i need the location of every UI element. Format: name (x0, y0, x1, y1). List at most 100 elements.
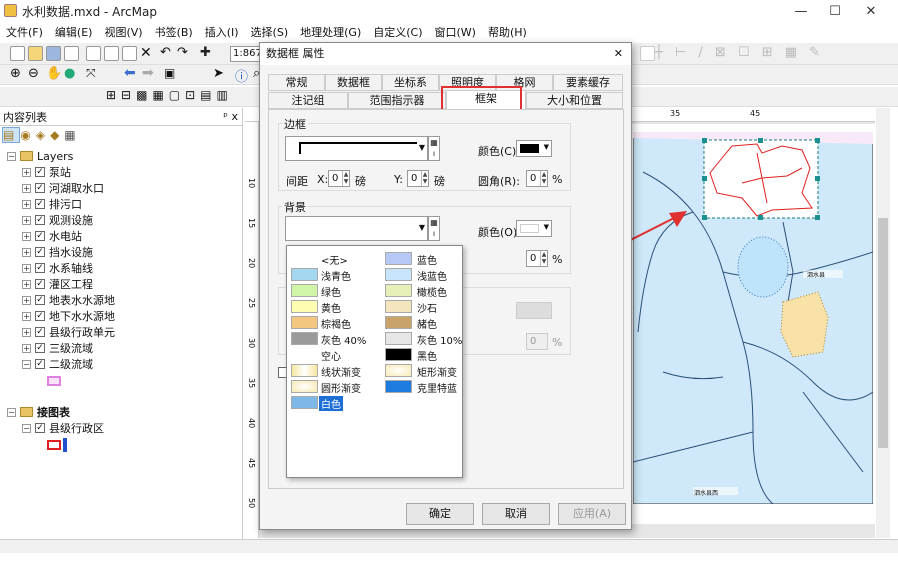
color-swatch[interactable] (385, 268, 412, 281)
layer-item[interactable]: + ✓ 水电站 (22, 228, 82, 244)
color-item-label[interactable]: 橄榄色 (417, 284, 447, 299)
expand-icon[interactable]: + (22, 167, 31, 177)
layer-checkbox[interactable]: ✓ (35, 279, 45, 289)
color-item-label[interactable]: 线状渐变 (321, 364, 361, 379)
menu-selection[interactable]: 选择(S) (245, 24, 295, 40)
color-item-label[interactable]: 浅蓝色 (417, 268, 447, 283)
collapse-icon[interactable]: − (7, 407, 16, 417)
cut-icon[interactable] (86, 46, 101, 61)
color-swatch[interactable] (385, 284, 412, 297)
dialog-close-button[interactable]: ✕ (614, 43, 623, 65)
close-button[interactable]: ✕ (854, 0, 888, 22)
toc-pin-close[interactable]: ᵖ x (223, 110, 238, 123)
color-swatch[interactable] (385, 380, 412, 393)
expand-icon[interactable]: + (22, 295, 31, 305)
list-by-selection-icon[interactable]: ◆ (50, 128, 64, 142)
color-swatch[interactable] (385, 348, 412, 361)
save-icon[interactable] (46, 46, 61, 61)
layer-item[interactable]: + ✓ 河湖取水口 (22, 180, 104, 196)
color-item-label[interactable]: 沙石 (417, 300, 437, 315)
tab-extent-indicators[interactable]: 范围指示器 (348, 92, 446, 109)
color-item-label-selected[interactable]: 白色 (319, 396, 343, 411)
menu-view[interactable]: 视图(V) (98, 24, 148, 40)
layer-item[interactable]: + ✓ 挡水设施 (22, 244, 93, 260)
layer-checkbox[interactable]: ✓ (35, 311, 45, 321)
layer-item[interactable]: + ✓ 三级流域 (22, 340, 93, 356)
expand-icon[interactable]: + (22, 279, 31, 289)
gap-x-spinner[interactable]: 0 ▲ ▼ (328, 170, 350, 187)
copy-icon[interactable] (104, 46, 119, 61)
tab-data-frame[interactable]: 数据框 (325, 74, 382, 91)
background-rounding-spinner[interactable]: 0 ▲ ▼ (526, 250, 548, 267)
layer-item[interactable]: + ✓ 县级行政单元 (22, 324, 115, 340)
tab-size-position[interactable]: 大小和位置 (526, 92, 623, 109)
color-swatch[interactable] (385, 300, 412, 313)
color-swatch[interactable] (291, 396, 318, 409)
forward-icon[interactable]: ➡ (142, 65, 154, 81)
expand-icon[interactable]: + (22, 231, 31, 241)
color-item-label[interactable]: 赭色 (417, 316, 437, 331)
undo-icon[interactable]: ↶ (160, 45, 171, 60)
paste-icon[interactable] (122, 46, 137, 61)
color-swatch[interactable] (291, 300, 318, 313)
rounding-spinner[interactable]: 0 ▲ ▼ (526, 170, 548, 187)
collapse-icon[interactable]: − (22, 423, 31, 433)
gap-y-spinner[interactable]: 0 ▲ ▼ (407, 170, 429, 187)
color-swatch[interactable] (385, 332, 412, 345)
menu-geoprocessing[interactable]: 地理处理(G) (294, 24, 367, 40)
background-selector-button[interactable]: ▦ ı (428, 216, 440, 241)
layer-item[interactable]: + ✓ 排污口 (22, 196, 82, 212)
color-item-label[interactable]: 克里特蓝 (417, 380, 457, 395)
menu-edit[interactable]: 编辑(E) (49, 24, 99, 40)
layer-checkbox[interactable]: ✓ (35, 263, 45, 273)
layout-tools[interactable]: ⊞⊟▩▦▢⊡▤▥ (106, 88, 233, 102)
expand-icon[interactable]: + (22, 263, 31, 273)
background-color-picker[interactable]: ▼ (516, 220, 552, 237)
tab-coordinate-system[interactable]: 坐标系 (382, 74, 439, 91)
layer-checkbox[interactable]: ✓ (35, 247, 45, 257)
background-style-dropdown[interactable]: ▼ (285, 216, 428, 241)
layer-item[interactable]: − ✓ 二级流域 (22, 356, 93, 372)
spinner-arrows-icon[interactable]: ▲ ▼ (421, 171, 428, 186)
color-swatch[interactable] (385, 364, 412, 377)
expand-icon[interactable]: + (22, 199, 31, 209)
color-swatch[interactable] (291, 332, 318, 345)
layer-checkbox[interactable]: ✓ (35, 423, 45, 433)
color-item-label[interactable]: 空心 (321, 348, 341, 363)
color-swatch[interactable] (385, 252, 412, 265)
scroll-thumb[interactable] (878, 218, 888, 448)
color-swatch[interactable] (291, 316, 318, 329)
spinner-arrows-icon[interactable]: ▲ ▼ (342, 171, 349, 186)
color-item-label[interactable]: 黄色 (321, 300, 341, 315)
tab-general[interactable]: 常规 (268, 74, 325, 91)
back-icon[interactable]: ⬅ (124, 65, 136, 81)
identify-icon[interactable]: ⓘ (235, 66, 248, 85)
menu-insert[interactable]: 插入(I) (199, 24, 245, 40)
redo-icon[interactable]: ↷ (177, 45, 188, 60)
new-icon[interactable] (10, 46, 25, 61)
ok-button[interactable]: 确定 (406, 503, 474, 525)
inset-map-frame[interactable] (702, 138, 820, 220)
expand-icon[interactable]: + (22, 327, 31, 337)
open-icon[interactable] (28, 46, 43, 61)
border-color-picker[interactable]: ▼ (516, 140, 552, 157)
border-selector-button[interactable]: ▦ ı (428, 136, 440, 161)
editor-icon[interactable] (640, 46, 655, 61)
layer-checkbox[interactable]: ✓ (35, 359, 45, 369)
tab-feature-cache[interactable]: 要素缓存 (553, 74, 623, 91)
color-swatch[interactable] (385, 316, 412, 329)
color-item-label[interactable]: 灰色 40% (321, 332, 366, 347)
print-icon[interactable] (64, 46, 79, 61)
layer-checkbox[interactable]: ✓ (35, 327, 45, 337)
color-item-label[interactable]: 浅青色 (321, 268, 351, 283)
color-swatch[interactable] (291, 268, 318, 281)
pan-icon[interactable]: ✋ (46, 66, 62, 81)
zoom-in-icon[interactable]: ⊕ (10, 66, 21, 81)
color-item-label[interactable]: 棕褐色 (321, 316, 351, 331)
layer-item[interactable]: + ✓ 灌区工程 (22, 276, 93, 292)
zoom-out-icon[interactable]: ⊖ (28, 66, 39, 81)
layer-item[interactable]: + ✓ 泵站 (22, 164, 71, 180)
layer-checkbox[interactable]: ✓ (35, 199, 45, 209)
menu-windows[interactable]: 窗口(W) (429, 24, 482, 40)
collapse-icon[interactable]: − (7, 151, 16, 161)
